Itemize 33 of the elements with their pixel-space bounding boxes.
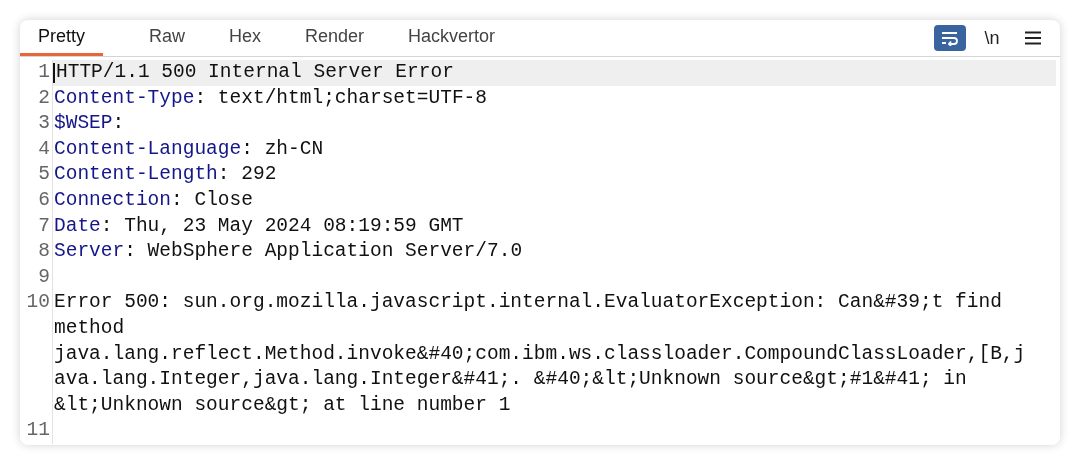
status-line: HTTP/1.1 500 Internal Server Error bbox=[56, 60, 454, 85]
tab[interactable]: Pretty bbox=[20, 20, 103, 56]
body-text: method bbox=[54, 315, 125, 341]
header-line: Content-Type: text/html;charset=UTF-8 bbox=[54, 85, 487, 111]
body-text: ava.lang.Integer,java.lang.Integer&#41;. &#40;&lt;Unknown source&gt;#1&#41; in bbox=[54, 367, 967, 393]
header-line: Server: WebSphere Application Server/7.0 bbox=[54, 239, 523, 265]
word-wrap-toggle[interactable] bbox=[934, 25, 966, 51]
body-text: &lt;Unknown source&gt; at line number 1 bbox=[54, 392, 511, 418]
tab[interactable]: Hex bbox=[207, 20, 284, 56]
header-line: $WSEP: bbox=[54, 111, 125, 137]
body-text: Error 500: sun.org.mozilla.javascript.internal.EvaluatorException: Can&#39;t find bbox=[54, 290, 1002, 316]
line-number: 9 bbox=[20, 264, 53, 291]
line-number: 4 bbox=[20, 136, 53, 163]
newline-toggle[interactable]: \n bbox=[978, 25, 1006, 51]
line-number: 7 bbox=[20, 213, 53, 240]
line-number: 3 bbox=[20, 111, 53, 137]
tab[interactable]: Render bbox=[283, 20, 387, 56]
tab[interactable]: Raw bbox=[127, 20, 208, 56]
menu-icon bbox=[1024, 31, 1042, 45]
line-number: 8 bbox=[20, 239, 53, 265]
line-number: 10 bbox=[20, 290, 53, 419]
body-text: java.lang.reflect.Method.invoke&#40;com.ibm.ws.classloader.CompoundClassLoader,[B,j bbox=[54, 341, 1026, 367]
header-line: Content-Language: zh-CN bbox=[54, 136, 324, 162]
line-number: 6 bbox=[20, 187, 53, 214]
header-line: Date: Thu, 23 May 2024 08:19:59 GMT bbox=[54, 213, 464, 239]
header-line: Content-Length: 292 bbox=[54, 162, 277, 188]
text-cursor bbox=[53, 63, 55, 83]
tab[interactable]: Hackvertor bbox=[386, 20, 518, 56]
line-number: 11 bbox=[20, 418, 53, 444]
line-number: 5 bbox=[20, 162, 53, 188]
header-line: Connection: Close bbox=[54, 187, 253, 213]
wrap-icon bbox=[940, 30, 960, 46]
line-number: 2 bbox=[20, 85, 53, 112]
